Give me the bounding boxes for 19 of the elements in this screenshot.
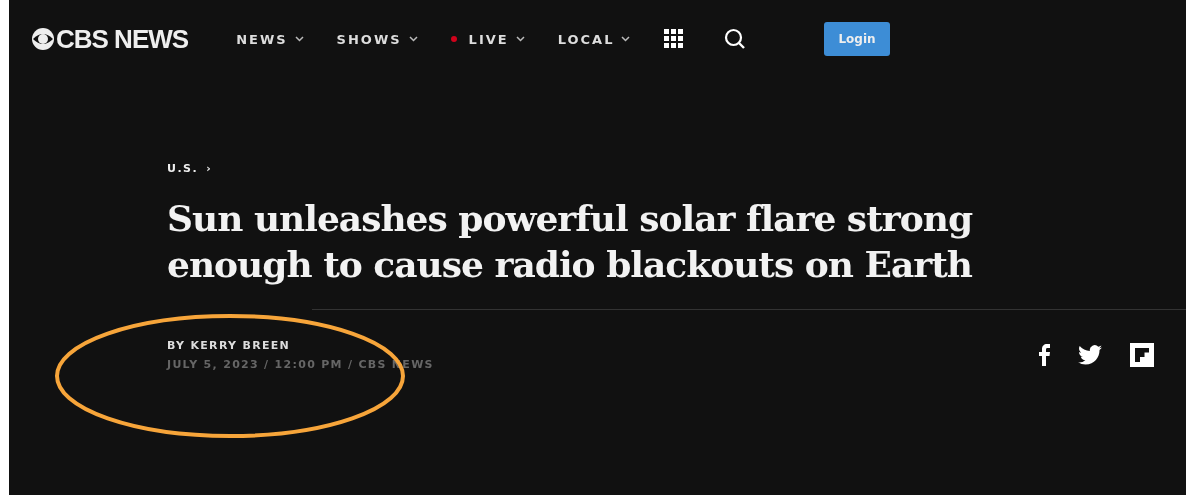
square-logo-icon[interactable] [1130,343,1154,367]
byline: BY KERRY BREEN [167,339,292,352]
chevron-down-icon [515,36,525,42]
grid-menu-icon[interactable] [664,29,685,49]
facebook-icon[interactable] [1039,344,1050,366]
breadcrumb-arrow: › [206,162,213,175]
chevron-down-icon [294,36,304,42]
nav-menu-item[interactable]: LIVE [450,31,525,47]
article-headline: Sun unleashes powerful solar flare strong enough to cause radio blackouts on Earth [167,196,974,287]
search-icon[interactable] [724,28,747,50]
bird-icon[interactable] [1078,345,1102,365]
chevron-down-icon [408,36,418,42]
nav-menu-item[interactable]: LOCAL [557,31,631,47]
breadcrumb-link[interactable]: U.S. [167,162,199,175]
chevron-down-icon [621,36,631,42]
logo-text[interactable]: CBS NEWS [56,23,189,55]
nav-menu-item[interactable]: SHOWS [336,31,418,47]
nav-menu-item[interactable]: NEWS [236,31,304,47]
eye-logo-icon [31,27,55,51]
